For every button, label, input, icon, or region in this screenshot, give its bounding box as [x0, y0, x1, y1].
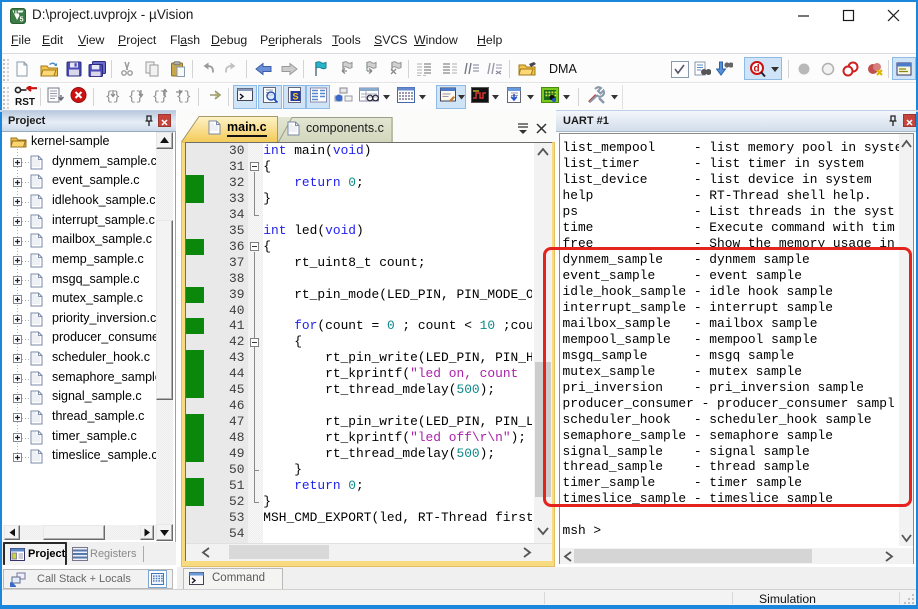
svg-text:d: d: [754, 64, 760, 75]
svg-text:5: 5: [20, 16, 24, 23]
svg-text:S: S: [293, 92, 299, 102]
svg-text:RST: RST: [15, 97, 35, 108]
svg-text:{}: {}: [176, 89, 192, 104]
